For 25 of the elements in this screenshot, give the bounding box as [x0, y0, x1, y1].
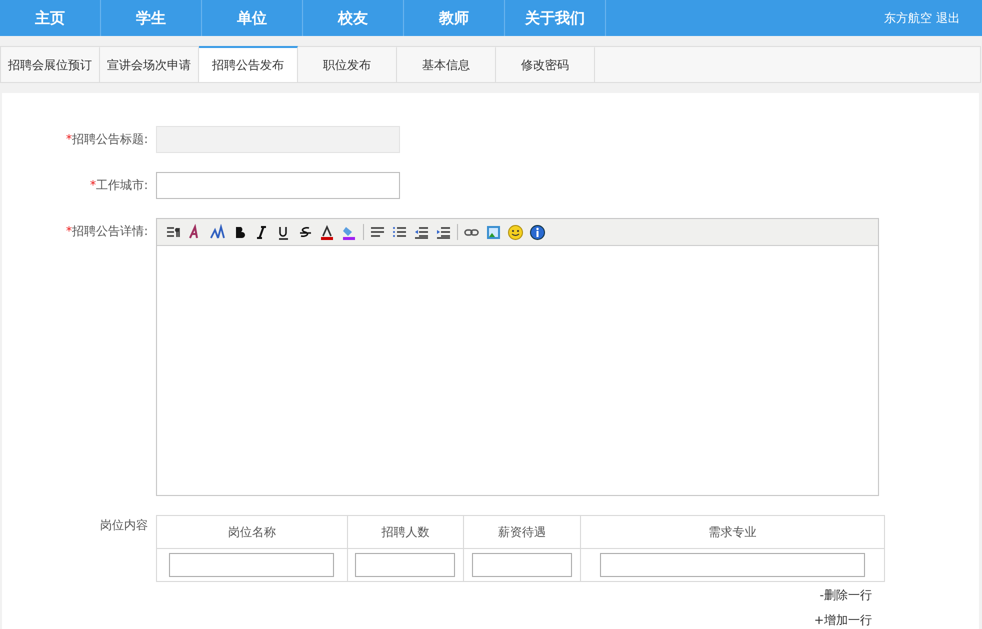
tab[interactable]: 职位发布	[298, 46, 397, 82]
image-icon[interactable]	[485, 224, 502, 240]
tab[interactable]: 修改密码	[496, 46, 595, 82]
field-label: *工作城市:	[90, 178, 148, 192]
tab[interactable]: 基本信息	[397, 46, 496, 82]
field-label: *招聘公告详情:	[66, 224, 148, 238]
field-label: 岗位内容	[100, 518, 148, 532]
table-input[interactable]	[472, 553, 572, 577]
smiley-icon[interactable]	[507, 224, 524, 240]
column-header: 岗位名称	[156, 516, 348, 548]
column-header: 需求专业	[580, 516, 884, 548]
add-row-link[interactable]: +增加一行	[814, 613, 872, 628]
info-icon[interactable]	[529, 224, 546, 240]
tab[interactable]: 招聘公告发布	[199, 46, 298, 82]
font-color-icon[interactable]	[319, 224, 336, 240]
field-label: *招聘公告标题:	[66, 132, 148, 146]
column-header: 招聘人数	[347, 516, 464, 548]
table-input[interactable]	[169, 553, 334, 577]
text-input[interactable]	[156, 172, 400, 199]
column-header: 薪资待遇	[464, 516, 580, 548]
table-input[interactable]	[355, 553, 456, 577]
user-name: 东方航空	[884, 10, 932, 26]
delete-row-link[interactable]: -删除一行	[820, 588, 872, 603]
table-input[interactable]	[600, 553, 865, 577]
tab[interactable]: 招聘会展位预订	[1, 46, 100, 82]
